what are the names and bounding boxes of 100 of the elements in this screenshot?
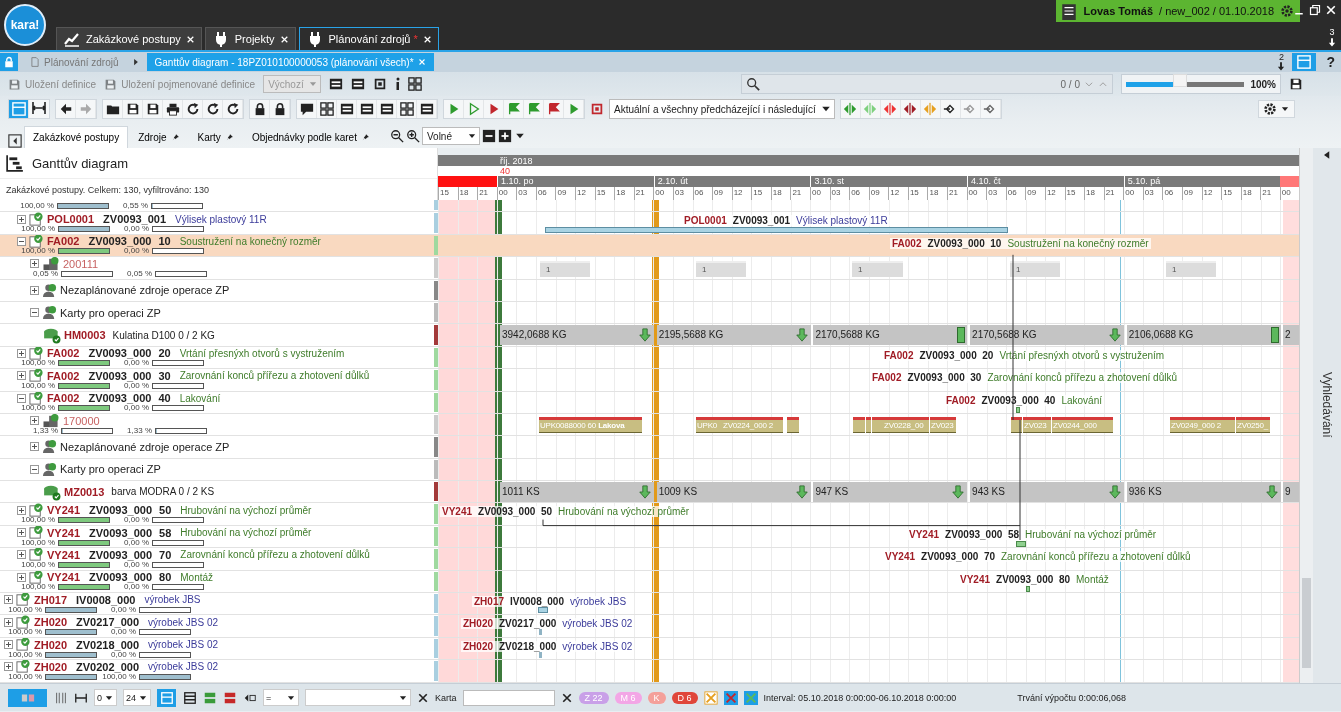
expand-toggle[interactable]: [17, 505, 26, 515]
scrollbar-thumb[interactable]: [1302, 578, 1311, 668]
capacity-block[interactable]: 1: [1166, 261, 1216, 278]
expand-toggle[interactable]: [17, 371, 26, 381]
filter-chip[interactable]: D 6: [671, 691, 698, 704]
download-counter[interactable]: 3: [1327, 28, 1337, 47]
help-button[interactable]: ?: [1326, 54, 1335, 70]
stock-segment[interactable]: 943 KS: [970, 482, 1125, 503]
expand-toggle[interactable]: [30, 442, 39, 452]
gantt-bar[interactable]: [538, 607, 548, 614]
collapse-toggle[interactable]: [17, 393, 26, 403]
close-box-icon[interactable]: [723, 690, 738, 705]
capacity-block[interactable]: 1: [1010, 261, 1060, 278]
gantt-bar[interactable]: [1016, 540, 1026, 547]
grid-icon: [319, 102, 334, 116]
grid-button[interactable]: [397, 100, 417, 118]
gantt-bar[interactable]: [1026, 585, 1030, 592]
table-settings-icon[interactable]: [407, 77, 422, 91]
gantt-bar[interactable]: [1016, 406, 1020, 413]
app-tab[interactable]: Projekty: [204, 27, 296, 50]
expand-toggle[interactable]: [4, 662, 13, 672]
collapse-toggle[interactable]: [30, 308, 39, 318]
settings-icon[interactable]: [1280, 4, 1294, 18]
expand-toggle[interactable]: [17, 348, 26, 358]
range-from-dropdown[interactable]: 0: [94, 689, 117, 706]
collapse-toggle[interactable]: [30, 464, 39, 474]
layout-button[interactable]: [1292, 53, 1317, 71]
allocation-block[interactable]: [853, 416, 865, 433]
allocation-block[interactable]: [787, 416, 799, 433]
columns-icon[interactable]: [54, 690, 68, 705]
collapse-panel-icon[interactable]: [8, 134, 22, 148]
stock-segment[interactable]: 3942,0688 KG: [500, 325, 654, 346]
expand-toggle[interactable]: [17, 528, 26, 538]
fit-width-icon[interactable]: [29, 100, 49, 116]
collapse-toggle[interactable]: [17, 236, 26, 246]
rows-icon[interactable]: [183, 690, 198, 705]
upload-icon[interactable]: [372, 77, 387, 91]
clear-icon[interactable]: [417, 691, 430, 704]
card-input[interactable]: [462, 689, 555, 706]
export-icon[interactable]: [350, 77, 365, 91]
info-icon[interactable]: [394, 77, 400, 91]
task-icon: [16, 637, 31, 652]
app-tab[interactable]: Plánování zdrojů *: [298, 27, 439, 50]
allocation-block[interactable]: [872, 416, 883, 433]
zoom-in-icon[interactable]: [405, 129, 420, 143]
stop-icon[interactable]: [590, 102, 604, 116]
progress-percent: 100,00 %: [20, 247, 55, 256]
collapse-all-icon[interactable]: [481, 129, 496, 143]
gantt-bar[interactable]: [545, 227, 1008, 234]
allocation-block[interactable]: [866, 416, 871, 433]
expand-toggle[interactable]: [30, 259, 39, 269]
range-to-dropdown[interactable]: 24: [123, 689, 152, 706]
person-icon: [42, 439, 57, 455]
close-icon[interactable]: [185, 34, 195, 44]
stock-segment[interactable]: 2170,5688 KG: [970, 325, 1125, 346]
stock-segment[interactable]: 2106,0688 KG: [1126, 325, 1281, 346]
capacity-block[interactable]: 1: [540, 261, 590, 278]
close-icon[interactable]: [279, 34, 289, 44]
capacity-block[interactable]: 1: [852, 261, 903, 278]
grid-button[interactable]: [317, 100, 337, 118]
app-logo[interactable]: kara!: [4, 4, 46, 46]
operator-dropdown[interactable]: =: [263, 689, 300, 706]
expand-all-icon[interactable]: [497, 129, 512, 143]
zoom-mode-dropdown[interactable]: Volné: [421, 127, 480, 145]
expand-toggle[interactable]: [17, 572, 26, 582]
import-icon[interactable]: [328, 77, 343, 91]
view-tab[interactable]: Objednávky podle karet: [243, 126, 378, 148]
user-info[interactable]: Lovas Tomáš / new_002 / 01.10.2018: [1055, 0, 1300, 22]
app-tab[interactable]: Zakázkové postupy: [56, 27, 202, 50]
stock-segment[interactable]: 1011 KS: [500, 482, 654, 503]
capacity-block[interactable]: 1: [696, 261, 746, 278]
dependency-filter-dropdown[interactable]: Aktuální a všechny předcházející i následující: [609, 99, 835, 119]
expand-toggle[interactable]: [4, 617, 13, 627]
zoom-out-icon[interactable]: [389, 129, 404, 143]
stock-segment[interactable]: 2195,5688 KG: [656, 325, 811, 346]
view-mode-button[interactable]: [157, 688, 178, 707]
stock-segment[interactable]: 2: [1283, 325, 1300, 346]
stock-segment[interactable]: 1009 KS: [656, 482, 811, 503]
view-tab[interactable]: Karty: [189, 126, 242, 148]
download-counter[interactable]: 2: [1276, 53, 1287, 71]
close-icon[interactable]: [1325, 4, 1337, 16]
expand-toggle[interactable]: [30, 285, 39, 295]
close-icon[interactable]: [422, 34, 432, 44]
save-icon[interactable]: [1289, 77, 1303, 91]
restore-icon[interactable]: [1309, 4, 1321, 16]
settings-menu-button[interactable]: [1258, 100, 1295, 118]
stock-segment[interactable]: 936 KS: [1126, 482, 1281, 503]
expand-toggle[interactable]: [30, 416, 39, 426]
clear-icon[interactable]: [560, 691, 573, 704]
view-tab[interactable]: Zdroje: [130, 126, 188, 148]
expand-toggle[interactable]: [4, 595, 13, 605]
task-icon: [29, 548, 44, 563]
expand-toggle[interactable]: [17, 214, 26, 224]
view-tab[interactable]: Zakázkové postupy: [24, 126, 129, 148]
stock-segment[interactable]: 947 KS: [813, 482, 968, 503]
stock-segment[interactable]: 9: [1283, 482, 1300, 503]
search-panel-tab[interactable]: Vyhledávání: [1320, 372, 1334, 438]
stock-segment[interactable]: 2170,5688 KG: [813, 325, 968, 346]
expand-toggle[interactable]: [17, 550, 26, 560]
expand-toggle[interactable]: [4, 640, 13, 649]
